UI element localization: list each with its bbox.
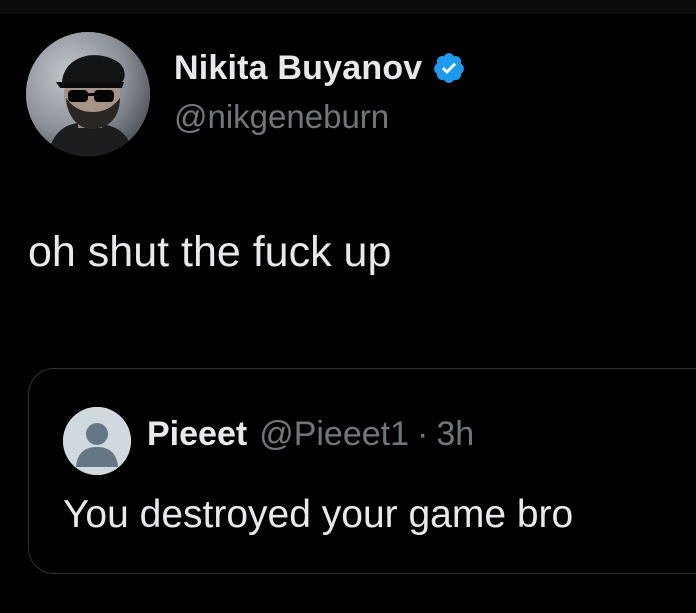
quoted-author-avatar[interactable] — [63, 407, 131, 475]
quoted-author-handle[interactable]: @Pieeet1 — [259, 415, 409, 454]
quoted-tweet-header: Pieeet @Pieeet1 · 3h — [147, 415, 474, 454]
tweet-text: oh shut the fuck up — [28, 228, 392, 276]
quoted-tweet-time[interactable]: 3h — [436, 415, 474, 454]
verified-badge-icon[interactable] — [432, 51, 466, 85]
quoted-tweet-card[interactable]: Pieeet @Pieeet1 · 3h You destroyed your … — [28, 368, 696, 574]
author-display-name[interactable]: Nikita Buyanov — [174, 49, 422, 88]
tweet-screenshot: Nikita Buyanov @nikgeneburn oh shut the … — [0, 0, 696, 613]
default-user-icon — [63, 407, 131, 475]
author-name-row[interactable]: Nikita Buyanov — [174, 46, 466, 90]
profile-photo-icon — [26, 32, 150, 156]
header-separator: · — [417, 415, 429, 453]
author-handle[interactable]: @nikgeneburn — [174, 98, 389, 136]
top-strip — [0, 0, 696, 14]
quoted-author-display-name[interactable]: Pieeet — [147, 415, 247, 454]
author-avatar[interactable] — [26, 32, 150, 156]
quoted-tweet-text: You destroyed your game bro — [63, 493, 574, 536]
